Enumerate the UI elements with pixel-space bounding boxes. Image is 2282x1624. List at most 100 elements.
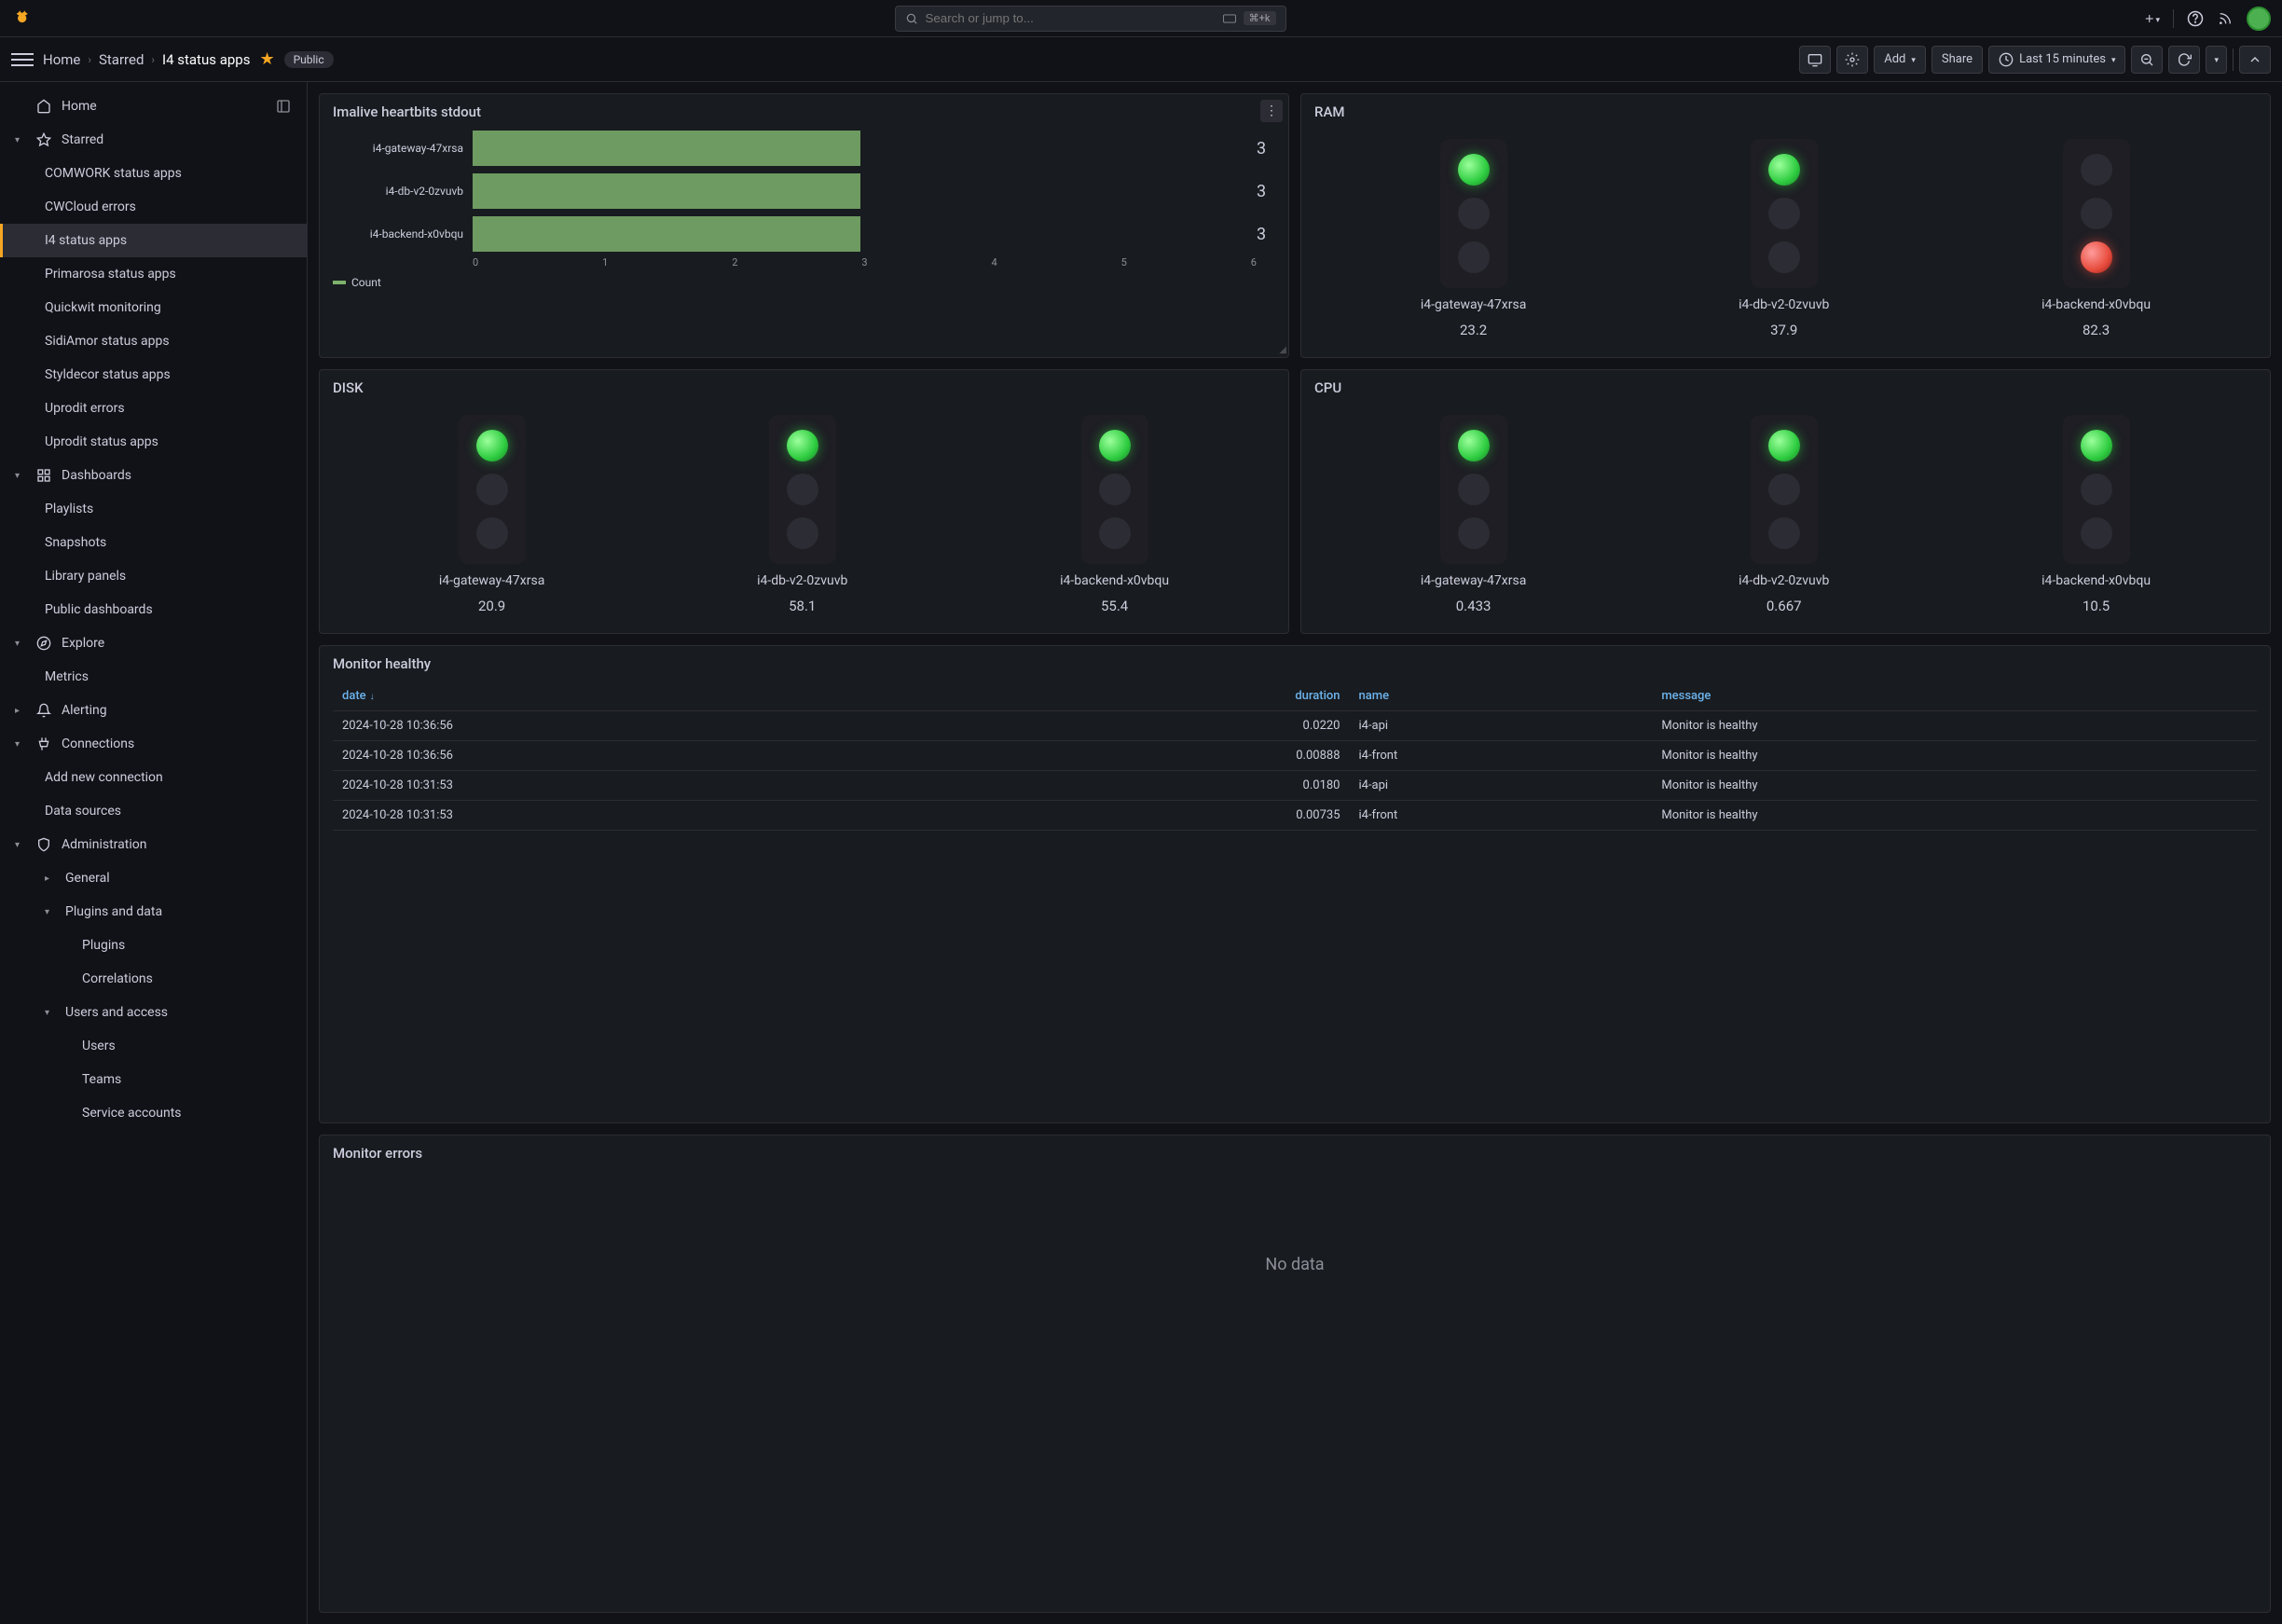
grafana-logo[interactable] xyxy=(11,6,37,32)
light-bulb xyxy=(787,474,818,505)
header-actions: Add Share Last 15 minutes xyxy=(1799,46,2271,74)
traffic-label: i4-gateway-47xrsa xyxy=(1421,573,1526,588)
light-bulb xyxy=(1768,154,1800,186)
bar-value: 3 xyxy=(1257,225,1275,244)
breadcrumb-starred[interactable]: Starred xyxy=(99,51,144,68)
bar-value: 3 xyxy=(1257,182,1275,201)
share-button[interactable]: Share xyxy=(1931,46,1983,74)
panel-title[interactable]: DISK xyxy=(333,379,1275,396)
dock-icon[interactable] xyxy=(275,98,292,115)
gear-icon[interactable] xyxy=(1836,46,1868,74)
sidebar-item[interactable]: Metrics xyxy=(0,660,307,694)
panel-title[interactable]: Monitor errors xyxy=(333,1145,2257,1162)
content: Imalive heartbits stdout ⋮ i4-gateway-47… xyxy=(308,82,2282,1624)
traffic-label: i4-backend-x0vbqu xyxy=(2041,297,2151,312)
sidebar-item[interactable]: CWCloud errors xyxy=(0,190,307,224)
table-row[interactable]: 2024-10-28 10:36:560.0220i4-apiMonitor i… xyxy=(333,711,2257,741)
traffic-light xyxy=(1751,139,1818,288)
collapse-icon[interactable] xyxy=(2239,46,2271,74)
table-row[interactable]: 2024-10-28 10:31:530.00735i4-frontMonito… xyxy=(333,801,2257,831)
col-name[interactable]: name xyxy=(1350,681,1653,711)
sidebar-item[interactable]: Add new connection xyxy=(0,761,307,794)
cell-duration: 0.00735 xyxy=(1015,801,1350,831)
breadcrumb-home[interactable]: Home xyxy=(43,51,80,68)
avatar[interactable] xyxy=(2247,7,2271,31)
sidebar: Home ▾ Starred COMWORK status apps CWClo… xyxy=(0,82,308,1624)
star-icon[interactable]: ★ xyxy=(259,49,274,69)
search-input[interactable] xyxy=(926,11,1216,25)
col-duration[interactable]: duration xyxy=(1015,681,1350,711)
refresh-icon[interactable] xyxy=(2168,46,2200,74)
legend: Count xyxy=(333,276,1275,289)
traffic-row: i4-gateway-47xrsa0.433i4-db-v2-0zvuvb0.6… xyxy=(1314,406,2257,624)
traffic-light xyxy=(2063,415,2130,564)
col-date[interactable]: date↓ xyxy=(333,681,1015,711)
nav-administration[interactable]: ▾ Administration xyxy=(0,828,307,861)
col-message[interactable]: message xyxy=(1652,681,2257,711)
sidebar-item[interactable]: ▾Plugins and data xyxy=(0,895,307,929)
light-bulb xyxy=(2081,198,2112,229)
nav-connections[interactable]: ▾ Connections xyxy=(0,727,307,761)
sidebar-item[interactable]: Data sources xyxy=(0,794,307,828)
sidebar-item[interactable]: COMWORK status apps xyxy=(0,157,307,190)
sidebar-item[interactable]: Correlations xyxy=(0,962,307,996)
sidebar-item[interactable]: Primarosa status apps xyxy=(0,257,307,291)
sidebar-item[interactable]: Public dashboards xyxy=(0,593,307,626)
search-box[interactable]: ⌘+k xyxy=(895,6,1286,32)
bell-icon xyxy=(35,702,52,719)
sidebar-item[interactable]: Playlists xyxy=(0,492,307,526)
sidebar-item[interactable]: Plugins xyxy=(0,929,307,962)
sidebar-item[interactable]: SidiAmor status apps xyxy=(0,324,307,358)
add-button[interactable]: Add xyxy=(1874,46,1926,74)
sidebar-item[interactable]: Snapshots xyxy=(0,526,307,559)
cell-name: i4-api xyxy=(1350,711,1653,741)
nav-dashboards[interactable]: ▾ Dashboards xyxy=(0,459,307,492)
chevron-down-icon: ▾ xyxy=(15,471,26,481)
panel-title[interactable]: CPU xyxy=(1314,379,2257,396)
sidebar-item[interactable]: Uprodit status apps xyxy=(0,425,307,459)
refresh-interval[interactable] xyxy=(2206,46,2227,74)
panel-menu-icon[interactable]: ⋮ xyxy=(1260,100,1283,122)
headerbar: Home › Starred › I4 status apps ★ Public… xyxy=(0,37,2282,82)
sidebar-item[interactable]: ▾Users and access xyxy=(0,996,307,1029)
chevron-down-icon: ▾ xyxy=(15,135,26,145)
resize-handle-icon[interactable]: ◢ xyxy=(1279,345,1286,355)
bar-row: i4-gateway-47xrsa3 xyxy=(333,130,1275,167)
plus-icon[interactable] xyxy=(2143,10,2160,27)
sidebar-item[interactable]: ▸General xyxy=(0,861,307,895)
traffic-value: 0.433 xyxy=(1456,598,1492,614)
nav-explore[interactable]: ▾ Explore xyxy=(0,626,307,660)
nav-home[interactable]: Home xyxy=(0,89,307,123)
sidebar-item[interactable]: Library panels xyxy=(0,559,307,593)
traffic-value: 20.9 xyxy=(478,598,505,614)
light-bulb xyxy=(1458,430,1490,461)
panel-title[interactable]: Monitor healthy xyxy=(333,655,2257,672)
nav-starred[interactable]: ▾ Starred xyxy=(0,123,307,157)
traffic-row: i4-gateway-47xrsa20.9i4-db-v2-0zvuvb58.1… xyxy=(333,406,1275,624)
cell-date: 2024-10-28 10:31:53 xyxy=(333,801,1015,831)
sidebar-item[interactable]: Service accounts xyxy=(0,1096,307,1130)
table-row[interactable]: 2024-10-28 10:36:560.00888i4-frontMonito… xyxy=(333,741,2257,771)
chevron-down-icon: ▾ xyxy=(15,639,26,649)
help-icon[interactable] xyxy=(2187,10,2204,27)
sidebar-item-active[interactable]: I4 status apps xyxy=(0,224,307,257)
zoom-out-icon[interactable] xyxy=(2131,46,2163,74)
news-icon[interactable] xyxy=(2217,10,2234,27)
panel-title[interactable]: RAM xyxy=(1314,103,2257,120)
sidebar-item[interactable]: Teams xyxy=(0,1063,307,1096)
table-row[interactable]: 2024-10-28 10:31:530.0180i4-apiMonitor i… xyxy=(333,771,2257,801)
panel-title[interactable]: Imalive heartbits stdout xyxy=(333,103,1275,120)
nav-alerting[interactable]: ▸ Alerting xyxy=(0,694,307,727)
panel-ram: RAM i4-gateway-47xrsa23.2i4-db-v2-0zvuvb… xyxy=(1300,93,2271,358)
tv-icon[interactable] xyxy=(1799,46,1831,74)
sidebar-item[interactable]: Quickwit monitoring xyxy=(0,291,307,324)
light-bulb xyxy=(2081,430,2112,461)
sidebar-item[interactable]: Users xyxy=(0,1029,307,1063)
sidebar-item[interactable]: Uprodit errors xyxy=(0,392,307,425)
monitor-table: date↓ duration name message 2024-10-28 1… xyxy=(333,681,2257,831)
sidebar-item[interactable]: Styldecor status apps xyxy=(0,358,307,392)
timerange-picker[interactable]: Last 15 minutes xyxy=(1988,46,2125,74)
light-bulb xyxy=(2081,241,2112,273)
menu-toggle[interactable] xyxy=(11,48,34,71)
bar-row: i4-backend-x0vbqu3 xyxy=(333,215,1275,253)
